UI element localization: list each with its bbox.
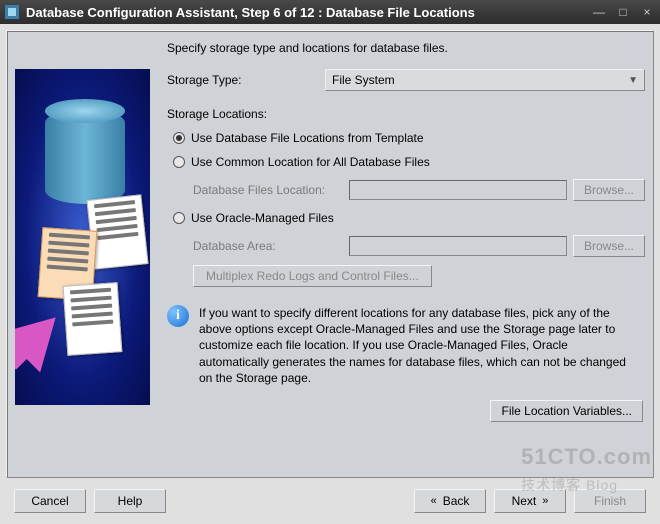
radio-icon bbox=[173, 132, 185, 144]
storage-type-label: Storage Type: bbox=[167, 73, 317, 87]
app-icon bbox=[4, 4, 20, 20]
radio-omf[interactable]: Use Oracle-Managed Files bbox=[173, 211, 645, 225]
info-icon: i bbox=[167, 305, 189, 327]
storage-locations-label: Storage Locations: bbox=[167, 107, 645, 121]
db-files-location-label: Database Files Location: bbox=[193, 183, 343, 197]
minimize-button[interactable]: — bbox=[590, 4, 608, 20]
next-button[interactable]: Next » bbox=[494, 489, 566, 513]
multiplex-button[interactable]: Multiplex Redo Logs and Control Files... bbox=[193, 265, 432, 287]
next-label: Next bbox=[512, 494, 537, 508]
radio-template-label: Use Database File Locations from Templat… bbox=[191, 131, 424, 145]
instruction-text: Specify storage type and locations for d… bbox=[167, 41, 645, 55]
help-button[interactable]: Help bbox=[94, 489, 166, 513]
back-button[interactable]: « Back bbox=[414, 489, 486, 513]
info-text: If you want to specify different locatio… bbox=[199, 305, 641, 386]
window-body: Specify storage type and locations for d… bbox=[0, 24, 660, 524]
maximize-button[interactable]: □ bbox=[614, 4, 632, 20]
side-graphic bbox=[15, 69, 155, 469]
next-arrow-icon: » bbox=[542, 495, 548, 507]
info-box: i If you want to specify different locat… bbox=[167, 305, 645, 386]
storage-type-row: Storage Type: File System ▼ bbox=[167, 69, 645, 91]
database-area-input[interactable] bbox=[349, 236, 567, 256]
close-button[interactable]: × bbox=[638, 4, 656, 20]
window-title: Database Configuration Assistant, Step 6… bbox=[26, 5, 584, 20]
db-files-location-input[interactable] bbox=[349, 180, 567, 200]
radio-omf-label: Use Oracle-Managed Files bbox=[191, 211, 334, 225]
storage-type-value: File System bbox=[332, 73, 395, 87]
radio-icon bbox=[173, 212, 185, 224]
back-label: Back bbox=[443, 494, 470, 508]
radio-template[interactable]: Use Database File Locations from Templat… bbox=[173, 131, 645, 145]
browse-omf-button[interactable]: Browse... bbox=[573, 235, 645, 257]
file-location-variables-button[interactable]: File Location Variables... bbox=[490, 400, 643, 422]
radio-common[interactable]: Use Common Location for All Database Fil… bbox=[173, 155, 645, 169]
cancel-button[interactable]: Cancel bbox=[14, 489, 86, 513]
finish-button[interactable]: Finish bbox=[574, 489, 646, 513]
radio-group: Use Database File Locations from Templat… bbox=[173, 131, 645, 287]
radio-common-label: Use Common Location for All Database Fil… bbox=[191, 155, 430, 169]
content-frame: Specify storage type and locations for d… bbox=[6, 30, 654, 478]
back-arrow-icon: « bbox=[431, 495, 437, 507]
radio-icon bbox=[173, 156, 185, 168]
database-area-label: Database Area: bbox=[193, 239, 343, 253]
chevron-down-icon: ▼ bbox=[628, 75, 638, 86]
titlebar: Database Configuration Assistant, Step 6… bbox=[0, 0, 660, 24]
main-pane: Specify storage type and locations for d… bbox=[167, 39, 645, 469]
db-files-location-row: Database Files Location: Browse... bbox=[193, 179, 645, 201]
database-area-row: Database Area: Browse... bbox=[193, 235, 645, 257]
browse-common-button[interactable]: Browse... bbox=[573, 179, 645, 201]
storage-type-select[interactable]: File System ▼ bbox=[325, 69, 645, 91]
footer: Cancel Help « Back Next » Finish bbox=[6, 478, 654, 518]
